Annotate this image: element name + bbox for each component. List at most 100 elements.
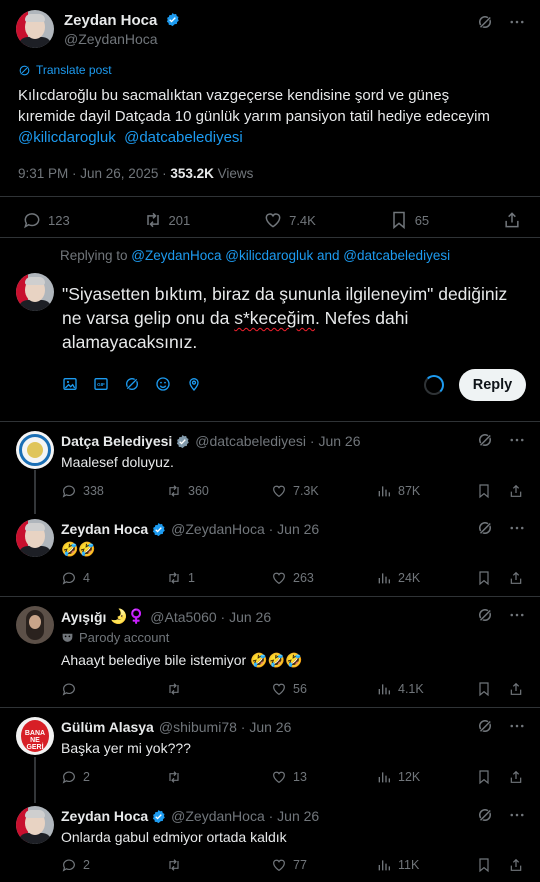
repost-button[interactable] (166, 681, 271, 697)
image-icon[interactable] (62, 376, 78, 392)
reply-button[interactable]: 2 (61, 857, 166, 873)
reply-author-name[interactable]: Datça Belediyesi (61, 433, 172, 449)
avatar[interactable] (16, 519, 54, 557)
views-chart-icon (378, 573, 390, 584)
gif-icon[interactable]: GIF (93, 376, 109, 392)
reply-author-name[interactable]: Zeydan Hoca (61, 521, 148, 537)
like-button[interactable]: 263 (271, 570, 376, 586)
author-name[interactable]: Zeydan Hoca (64, 12, 157, 29)
share-icon[interactable] (508, 483, 524, 499)
bookmark-icon[interactable] (476, 570, 492, 586)
bookmark-icon[interactable] (476, 857, 492, 873)
compose-avatar[interactable] (16, 273, 54, 311)
share-icon[interactable] (508, 857, 524, 873)
more-options-icon[interactable] (508, 519, 526, 537)
views-button[interactable]: 12K (376, 769, 464, 785)
grok-icon[interactable] (476, 606, 494, 624)
repost-button[interactable]: 1 (166, 570, 271, 586)
views-button[interactable]: 24K (376, 570, 464, 586)
heart-icon (273, 572, 285, 585)
reply-author-name[interactable]: Gülüm Alasya (61, 719, 154, 735)
replying-to-handles[interactable]: @ZeydanHoca @kilicdarogluk and @datcabel… (131, 248, 450, 263)
avatar[interactable] (16, 431, 54, 469)
more-options-icon[interactable] (508, 13, 526, 31)
reply-handle-date[interactable]: @shibumi78 · Jun 26 (159, 719, 292, 735)
reply-submit-button[interactable]: Reply (459, 369, 526, 401)
repost-button[interactable]: 360 (166, 483, 271, 499)
repost-button[interactable]: 201 (143, 210, 190, 230)
share-button[interactable] (502, 210, 522, 230)
more-options-icon[interactable] (508, 806, 526, 824)
reply-text: Başka yer mi yok??? (61, 740, 191, 756)
bookmark-icon[interactable] (476, 483, 492, 499)
reply-button[interactable] (61, 681, 166, 697)
reply-handle-date[interactable]: @ZeydanHoca · Jun 26 (171, 808, 319, 824)
views-button[interactable]: 4.1K (376, 681, 464, 697)
thread-line (34, 470, 36, 514)
views-button[interactable]: 87K (376, 483, 464, 499)
like-button[interactable]: 7.4K (263, 210, 316, 230)
grok-icon[interactable] (476, 519, 494, 537)
grok-icon[interactable] (476, 806, 494, 824)
reply-button[interactable]: 123 (22, 210, 70, 230)
like-button[interactable]: 7.3K (271, 483, 376, 499)
share-icon[interactable] (508, 570, 524, 586)
grok-icon[interactable] (124, 376, 140, 392)
like-button[interactable]: 77 (271, 857, 376, 873)
reply-compose-input[interactable]: "Siyasetten bıktım, biraz da şununla ilg… (62, 282, 522, 354)
reply-handle-date[interactable]: @ZeydanHoca · Jun 26 (171, 521, 319, 537)
translate-label[interactable]: Translate post (36, 63, 112, 77)
author-handle[interactable]: @ZeydanHoca (64, 31, 180, 47)
avatar[interactable] (16, 606, 54, 644)
spellcheck-flagged-word: s*keceğim (234, 308, 315, 328)
like-button[interactable]: 56 (271, 681, 376, 697)
repost-button[interactable] (166, 857, 271, 873)
views-count: 353.2K (170, 166, 214, 181)
heart-icon (273, 683, 285, 696)
location-icon[interactable] (186, 376, 202, 392)
more-options-icon[interactable] (508, 717, 526, 735)
more-options-icon[interactable] (508, 606, 526, 624)
share-icon[interactable] (508, 681, 524, 697)
tweet-timestamp[interactable]: 9:31 PM · Jun 26, 2025 · (18, 166, 170, 181)
grok-icon[interactable] (476, 431, 494, 449)
divider (0, 421, 540, 422)
repost-icon (146, 212, 159, 228)
reply-button[interactable]: 338 (61, 483, 166, 499)
bookmark-icon[interactable] (476, 681, 492, 697)
bookmark-icon (392, 211, 405, 230)
grok-icon[interactable] (476, 717, 494, 735)
more-options-icon[interactable] (508, 431, 526, 449)
mention-link[interactable]: @datcabelediyesi (124, 129, 243, 146)
mention-link[interactable]: @kilicdarogluk (18, 129, 116, 146)
translate-post-link[interactable]: Translate post (18, 63, 112, 77)
reply-button[interactable]: 4 (61, 570, 166, 586)
divider (0, 596, 540, 597)
avatar[interactable] (16, 10, 54, 48)
views-count: 4.1K (398, 682, 424, 696)
reply-action-bar: 338 360 7.3K 87K (61, 483, 524, 499)
divider (0, 237, 540, 238)
reply-handle-date[interactable]: @datcabelediyesi · Jun 26 (195, 433, 360, 449)
heart-icon (273, 771, 285, 784)
repost-button[interactable] (166, 769, 271, 785)
views-count: 11K (398, 858, 420, 872)
author-name-row[interactable]: Zeydan Hoca (64, 12, 180, 29)
repost-icon (169, 859, 179, 871)
avatar[interactable] (16, 806, 54, 844)
reply-button[interactable]: 2 (61, 769, 166, 785)
heart-icon (273, 859, 285, 872)
reply-handle-date[interactable]: @Ata5060 · Jun 26 (150, 609, 271, 625)
avatar[interactable]: BANA NE GERİ (16, 717, 54, 755)
bookmark-icon[interactable] (476, 769, 492, 785)
share-icon[interactable] (508, 769, 524, 785)
reply-count: 338 (83, 484, 104, 498)
reply-author-name[interactable]: Zeydan Hoca (61, 808, 148, 824)
views-button[interactable]: 11K (376, 857, 464, 873)
emoji-icon[interactable] (155, 376, 171, 392)
reply-author-name[interactable]: Ayışığı (61, 609, 106, 625)
grok-icon[interactable] (476, 13, 494, 31)
share-icon (505, 212, 519, 228)
like-button[interactable]: 13 (271, 769, 376, 785)
bookmark-button[interactable]: 65 (389, 210, 429, 230)
